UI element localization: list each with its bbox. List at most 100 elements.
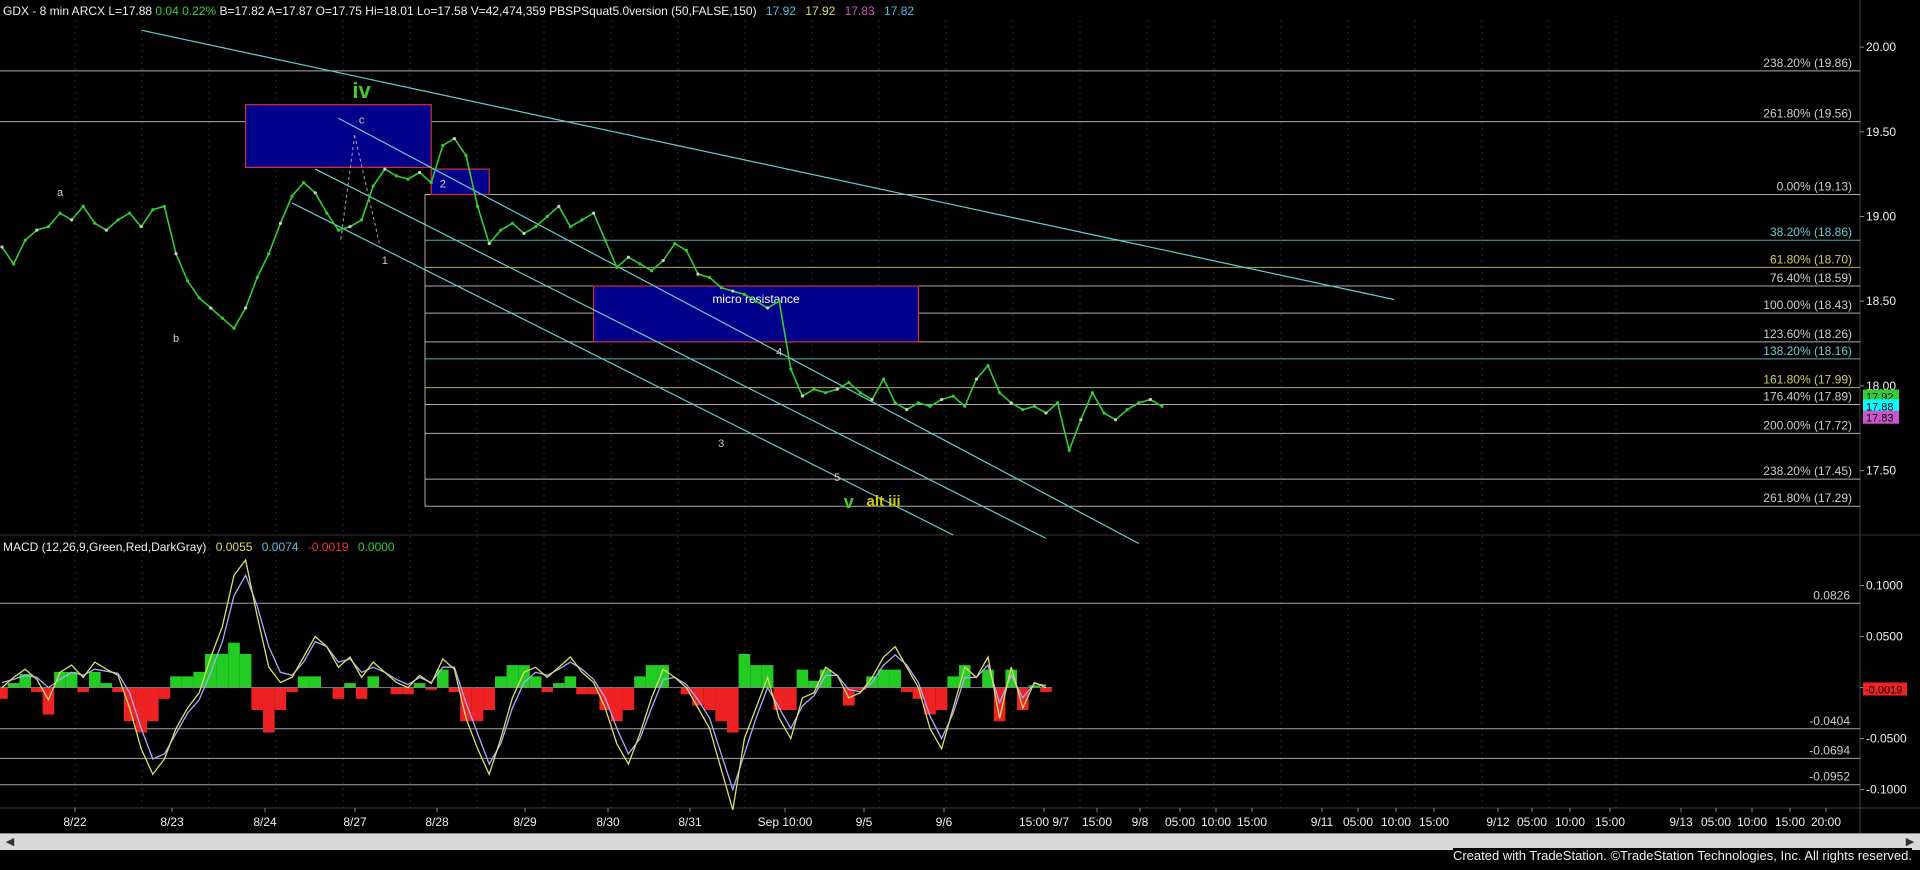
price-point	[1032, 404, 1036, 408]
time-tick-label: 15:00	[1237, 815, 1267, 829]
price-point	[940, 397, 944, 402]
fib-label: 61.80% (18.70)	[1770, 252, 1852, 266]
macd-hist-bar	[634, 676, 646, 688]
time-tick-label: 10:00	[1555, 815, 1585, 829]
price-point	[1021, 408, 1025, 412]
price-point	[267, 252, 271, 256]
price-point	[858, 391, 863, 395]
macd-hist-bar	[332, 687, 345, 699]
price-point	[708, 275, 712, 280]
price-point	[1044, 411, 1048, 415]
fib-label: 200.00% (17.72)	[1763, 418, 1852, 432]
price-point	[731, 289, 735, 293]
macd-hist-bar	[344, 683, 356, 688]
price-point	[510, 221, 514, 225]
wave-label: 5	[834, 472, 840, 484]
price-point	[963, 404, 967, 408]
macd-hist-bar	[692, 687, 704, 706]
macd-hist-bar	[390, 687, 403, 695]
macd-name: MACD (12,26,9,Green,Red,DarkGray)	[3, 540, 207, 554]
macd-hist-bar	[553, 683, 565, 688]
price-point	[128, 211, 132, 215]
time-tick-label: 05:00	[1165, 815, 1195, 829]
price-point	[116, 218, 120, 222]
time-tick-label: 8/27	[343, 815, 367, 829]
price-point	[383, 167, 387, 171]
time-tick-label: 10:00	[1737, 815, 1767, 829]
time-tick-label: 15:00	[1082, 815, 1112, 829]
price-tag-label: 17.83	[1866, 413, 1894, 425]
macd-hist-bar	[147, 687, 159, 722]
price-point	[313, 191, 317, 195]
time-tick-label: 9/6	[936, 815, 953, 829]
price-point	[824, 391, 828, 395]
macd-level-label: -0.0694	[1809, 743, 1850, 757]
wave-label: c	[359, 114, 365, 126]
price-point	[360, 218, 364, 222]
price-point	[151, 208, 155, 212]
price-point	[626, 255, 631, 259]
macd-hist-bar	[622, 687, 635, 711]
time-tick-label: 8/28	[425, 815, 449, 829]
price-point	[1102, 411, 1106, 415]
price-point	[290, 194, 294, 198]
price-point	[1114, 418, 1118, 422]
time-tick-label: 15:00	[1775, 815, 1805, 829]
time-tick-label: 10:00	[1201, 815, 1231, 829]
macd-hist-bar	[7, 683, 20, 688]
price-point	[1009, 401, 1013, 405]
price-point	[81, 204, 85, 208]
macd-hist-bar	[541, 687, 553, 693]
macd-hist-bar	[239, 653, 252, 688]
price-point	[197, 296, 201, 300]
price-point	[661, 258, 665, 263]
macd-hist-bar	[89, 671, 101, 688]
time-tick-label: 15:00	[1419, 815, 1449, 829]
macd-level-label: -0.0952	[1809, 770, 1850, 784]
copyright-footer: Created with TradeStation. ©TradeStation…	[1452, 848, 1912, 863]
macd-hist-bar	[135, 687, 147, 733]
macd-hist-bar	[901, 687, 913, 693]
fib-label: 100.00% (18.43)	[1763, 298, 1852, 312]
macd-hist-bar	[100, 683, 113, 688]
price-point	[650, 269, 654, 273]
scroll-left-icon[interactable]: ◀	[2, 834, 18, 850]
price-point	[719, 286, 723, 290]
price-point	[545, 214, 549, 219]
price-point	[499, 228, 503, 232]
price-point	[974, 377, 979, 381]
price-point	[452, 136, 456, 141]
fib-label: 238.20% (19.86)	[1763, 56, 1852, 70]
macd-last-tag-label: -0.0019	[1865, 685, 1902, 697]
price-point	[1090, 391, 1094, 395]
price-point	[12, 262, 16, 266]
price-point	[220, 316, 224, 320]
price-point	[986, 363, 990, 368]
fib-label: 238.20% (17.45)	[1763, 464, 1852, 478]
time-tick-label: 8/22	[63, 815, 87, 829]
price-point	[139, 225, 143, 229]
wave-label: a	[57, 187, 64, 199]
macd-v1: 0.0055	[215, 540, 253, 554]
wave-label: 2	[440, 179, 446, 191]
macd-hist-bar	[529, 676, 542, 688]
header-change: 0.04 0.22%	[155, 4, 217, 18]
macd-hist-bar	[518, 665, 530, 688]
macd-hist-bar	[576, 687, 588, 695]
time-tick-label: 20:00	[1811, 815, 1841, 829]
price-point	[371, 184, 375, 188]
price-point	[464, 153, 468, 158]
price-point	[603, 238, 607, 242]
fib-label: 261.80% (19.56)	[1763, 107, 1852, 121]
price-point	[742, 292, 747, 297]
price-point	[1079, 418, 1083, 422]
price-tags: 17.9217.8817.83	[1863, 389, 1899, 425]
time-tick-label: Sep 10:00	[758, 815, 813, 829]
macd-hist-bar	[564, 676, 577, 688]
price-point	[232, 326, 236, 330]
price-point	[684, 248, 689, 252]
macd-hist-bar	[158, 687, 171, 699]
time-tick-label: 15:00	[1595, 815, 1625, 829]
macd-hist-bar	[645, 665, 658, 688]
macd-hist-bar	[170, 676, 182, 688]
